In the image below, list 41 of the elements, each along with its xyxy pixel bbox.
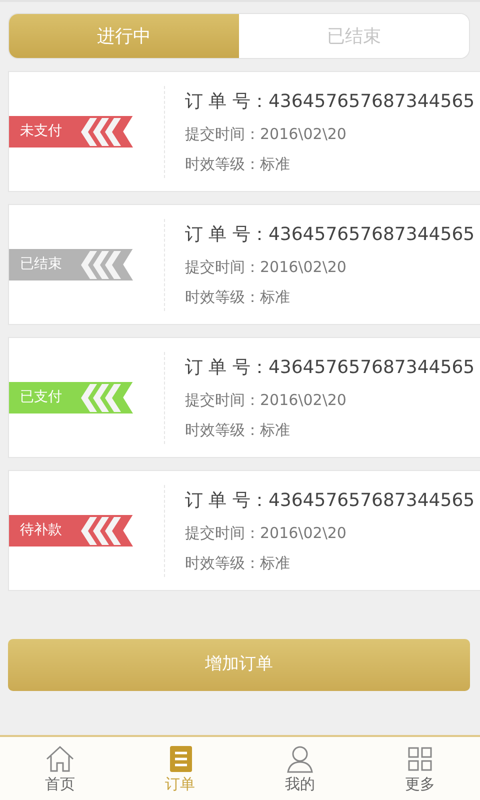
person-icon: [285, 745, 315, 773]
order-number-label: 订 单 号：: [185, 356, 268, 378]
order-number-label: 订 单 号：: [185, 490, 268, 510]
order-card[interactable]: 待补款 订 单 号：436457657687344565 提交时间：2016\02\20 时效等级：标准: [8, 470, 480, 591]
order-card[interactable]: 已结束 订 单 号：436457657687344565 提交时间：2016\02\20 时效等级：标准: [8, 204, 480, 325]
status-label: 未支付: [20, 122, 63, 141]
submit-time: 2016\02\20: [260, 524, 346, 542]
nav-tab[interactable]: 我的: [240, 737, 360, 800]
service-level: 标准: [260, 288, 290, 306]
order-number: 436457657687344565: [268, 224, 475, 244]
order-card[interactable]: 已支付 订 单 号：436457657687344565 提交时间：2016\02\20 时效等级：标准: [8, 337, 480, 458]
order-number: 436457657687344565: [268, 490, 475, 510]
service-level: 标准: [260, 155, 290, 173]
submit-time: 2016\02\20: [260, 390, 346, 408]
chevrons-icon: [80, 516, 124, 544]
order-card[interactable]: 未支付 订 单 号：436457657687344565 提交时间：2016\02\20 时效等级：标准: [8, 71, 480, 192]
chevrons-icon: [80, 118, 124, 146]
nav-tab[interactable]: 更多: [360, 737, 480, 800]
chevrons-icon: [80, 250, 124, 278]
submit-time: 2016\02\20: [260, 258, 346, 276]
service-level-label: 时效等级：: [185, 554, 260, 572]
status-label: 已支付: [20, 388, 63, 407]
chevrons-icon: [80, 384, 124, 412]
submit-time-label: 提交时间：: [185, 124, 260, 142]
submit-time: 2016\02\20: [260, 124, 346, 142]
submit-time-label: 提交时间：: [185, 524, 260, 542]
status-label: 待补款: [20, 521, 63, 540]
status-label: 已结束: [20, 255, 63, 274]
service-level: 标准: [260, 421, 290, 439]
home-icon: [45, 745, 75, 773]
service-level-label: 时效等级：: [185, 288, 260, 306]
service-level: 标准: [260, 554, 290, 572]
nav-tab[interactable]: 首页: [0, 737, 120, 800]
service-level-label: 时效等级：: [185, 155, 260, 173]
order-number-label: 订 单 号：: [185, 90, 268, 112]
submit-time-label: 提交时间：: [185, 258, 260, 276]
order-number-label: 订 单 号：: [185, 224, 268, 244]
order-number: 436457657687344565: [268, 356, 475, 378]
order-number: 436457657687344565: [268, 90, 475, 112]
submit-time-label: 提交时间：: [185, 390, 260, 408]
service-level-label: 时效等级：: [185, 421, 260, 439]
